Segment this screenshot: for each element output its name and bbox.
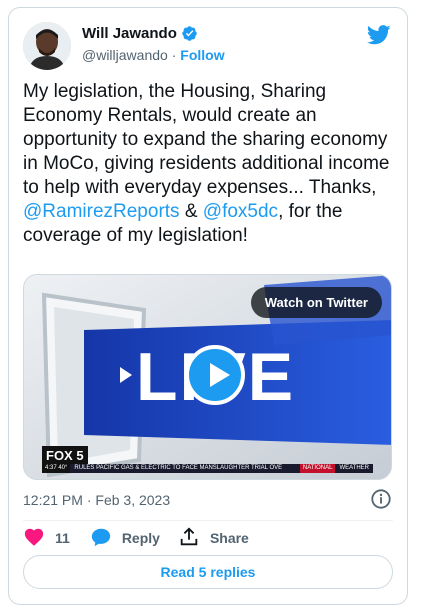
verified-badge-icon — [181, 25, 198, 42]
info-icon[interactable] — [370, 488, 392, 510]
mention-link[interactable]: @fox5dc — [203, 201, 278, 222]
tweet-date: Feb 3, 2023 — [95, 492, 171, 508]
timestamp-separator: · — [86, 492, 92, 508]
action-bar: 11 Reply Share — [23, 526, 249, 550]
read-replies-button[interactable]: Read 5 replies — [23, 555, 393, 589]
like-count: 11 — [55, 530, 70, 546]
ticker-national: NATIONAL — [299, 464, 336, 473]
reply-label: Reply — [121, 530, 160, 546]
tweet-card[interactable]: Will Jawando @willjawando · Follow My le… — [8, 7, 408, 605]
handle-row: @willjawando · Follow — [82, 47, 225, 63]
ticker-headline: RULES PACIFIC GAS & ELECTRIC TO FACE MAN… — [74, 465, 283, 471]
reply-bubble-icon — [90, 526, 112, 551]
follow-button[interactable]: Follow — [180, 47, 224, 63]
handle-separator: · — [171, 47, 177, 63]
tweet-time: 12:21 PM — [23, 492, 83, 508]
like-button[interactable]: 11 — [23, 526, 70, 551]
channel-logo: FOX 5 — [42, 446, 88, 465]
tweet-text-part: & — [179, 201, 203, 222]
video-thumbnail[interactable]: LIVE Watch on Twitter FOX 5 4:37 40° RUL… — [23, 274, 392, 480]
tweet-text: My legislation, the Housing, Sharing Eco… — [23, 80, 395, 248]
play-button-icon[interactable] — [185, 345, 245, 405]
ticker-time: 4:37 40° — [42, 464, 71, 473]
avatar[interactable] — [23, 22, 71, 70]
author-handle[interactable]: @willjawando — [82, 47, 168, 63]
heart-icon — [23, 526, 45, 551]
share-button[interactable]: Share — [178, 526, 249, 551]
news-ticker: 4:37 40° RULES PACIFIC GAS & ELECTRIC TO… — [42, 464, 373, 473]
share-icon — [178, 526, 200, 551]
name-row: Will Jawando — [82, 25, 198, 42]
ticker-weather: WEATHER — [339, 465, 369, 471]
tweet-timestamp[interactable]: 12:21 PM · Feb 3, 2023 — [23, 492, 170, 508]
tweet-header: Will Jawando @willjawando · Follow — [23, 22, 393, 78]
share-label: Share — [209, 530, 249, 546]
watch-on-twitter-button[interactable]: Watch on Twitter — [250, 287, 382, 318]
author-name[interactable]: Will Jawando — [82, 25, 177, 42]
twitter-bird-icon[interactable] — [366, 24, 391, 46]
divider — [23, 520, 393, 521]
reply-button[interactable]: Reply — [90, 526, 160, 551]
mention-link[interactable]: @RamirezReports — [23, 201, 180, 222]
tweet-text-part: My legislation, the Housing, Sharing Eco… — [23, 81, 390, 198]
